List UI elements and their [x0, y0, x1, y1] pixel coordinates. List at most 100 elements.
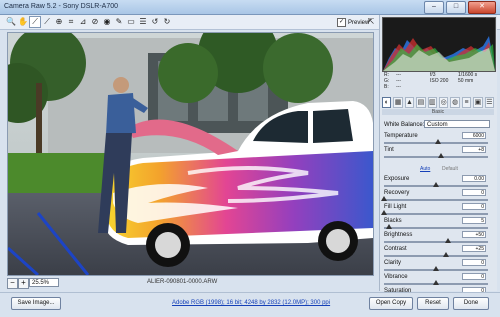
slider-thumb[interactable] [381, 210, 387, 215]
slider-label: Tint [384, 147, 394, 153]
graduated-filter-icon[interactable]: ▭ [126, 17, 136, 27]
slider-value[interactable]: 6000 [462, 132, 486, 139]
minimize-button[interactable]: – [424, 1, 444, 14]
sliders_bottom-slider-vibrance[interactable]: Vibrance 0 [384, 273, 494, 288]
sliders_bottom-slider-blacks[interactable]: Blacks 5 [384, 217, 494, 232]
targeted-adjustment-tool-icon[interactable]: ⊕ [54, 17, 64, 27]
hsl-tab-icon[interactable]: ▤ [416, 97, 426, 108]
white-balance-label: White Balance: [384, 122, 425, 128]
slider-track[interactable] [384, 156, 488, 158]
maximize-button[interactable]: □ [446, 1, 466, 14]
slider-label: Clarity [384, 260, 402, 266]
slider-thumb[interactable] [445, 238, 452, 243]
zoom-out-button[interactable]: − [7, 278, 18, 289]
slider-thumb[interactable] [433, 280, 439, 285]
crop-tool-icon[interactable]: ⌗ [66, 17, 76, 27]
red-eye-removal-tool-icon[interactable]: ◉ [102, 17, 112, 27]
photo-car [8, 33, 373, 275]
panel-tabs: ◐ ▦ ▲ ▤ ▥ ◎ ◍ ≡ ▣ ☰ [382, 97, 495, 108]
zoom-in-button[interactable]: + [18, 278, 29, 289]
panel-menu-icon[interactable]: ☰ [484, 97, 495, 108]
slider-label: Fill Light [384, 204, 407, 210]
presets-tab-icon[interactable]: ≡ [461, 97, 472, 108]
iso-value: ISO 200 [430, 78, 449, 84]
slider-thumb[interactable] [386, 224, 393, 229]
slider-value[interactable]: 5 [462, 217, 486, 224]
focal-length-value: 50 mm [458, 78, 474, 84]
spot-removal-tool-icon[interactable]: ⊘ [90, 17, 100, 27]
done-button[interactable]: Done [453, 297, 489, 310]
basic-tab-icon[interactable]: ◐ [382, 97, 392, 108]
sliders_bottom-slider-clarity[interactable]: Clarity 0 [384, 259, 494, 274]
histogram [382, 17, 496, 72]
sliders_top-slider-temperature[interactable]: Temperature 6000 [384, 132, 494, 147]
camera-calibration-tab-icon[interactable]: ◍ [450, 97, 460, 108]
slider-label: Brightness [384, 232, 413, 238]
split-toning-tab-icon[interactable]: ▥ [427, 97, 438, 108]
slider-track[interactable] [384, 227, 488, 229]
default-link[interactable]: Default [442, 166, 458, 172]
sliders_bottom-slider-fill-light[interactable]: Fill Light 0 [381, 203, 494, 218]
slider-label: Temperature [384, 133, 418, 139]
straighten-tool-icon[interactable]: ⊿ [78, 17, 88, 27]
lens-corrections-tab-icon[interactable]: ◎ [439, 97, 449, 108]
white-balance-select[interactable]: Custom [424, 120, 490, 128]
slider-value[interactable]: 0.00 [462, 175, 486, 182]
rotate-cw-icon[interactable]: ↻ [162, 17, 172, 27]
file-name: ALIER-090801-0000.ARW [147, 279, 218, 285]
tone-curve-tab-icon[interactable]: ▦ [393, 97, 403, 108]
zoom-level-select[interactable]: 25.5% [29, 278, 59, 287]
zoom-tool-icon[interactable]: 🔍 [6, 17, 16, 27]
b-label: B: [384, 84, 389, 90]
adjustment-brush-icon[interactable]: ✎ [114, 17, 124, 27]
slider-thumb[interactable] [435, 139, 442, 144]
slider-track[interactable] [384, 255, 488, 257]
section-title: Basic [382, 109, 494, 115]
slider-value[interactable]: 0 [462, 259, 486, 266]
open-copy-button[interactable]: Open Copy [369, 297, 413, 310]
sliders_top-slider-tint[interactable]: Tint +8 [384, 146, 494, 161]
snapshots-tab-icon[interactable]: ▣ [473, 97, 483, 108]
color-sampler-tool-icon[interactable]: ⟋ [42, 17, 52, 27]
sliders_bottom-slider-recovery[interactable]: Recovery 0 [381, 189, 494, 204]
slider-track[interactable] [384, 199, 488, 201]
title-bar: Camera Raw 5.2 - Sony DSLR-A700 – □ ✕ [0, 0, 500, 15]
preferences-icon[interactable]: ☰ [138, 17, 148, 27]
slider-thumb[interactable] [381, 196, 387, 201]
slider-label: Exposure [384, 176, 410, 182]
auto-default-row: Auto Default [384, 166, 494, 173]
sliders_bottom-slider-exposure[interactable]: Exposure 0.00 [384, 175, 494, 190]
slider-thumb[interactable] [433, 182, 439, 187]
camera-readout: R: G: B: --- --- --- f/3 ISO 200 1/1600 … [382, 72, 494, 94]
slider-value[interactable]: +8 [462, 146, 486, 153]
preview-checkbox[interactable]: ✓ [337, 18, 346, 27]
close-button[interactable]: ✕ [468, 1, 496, 14]
image-preview[interactable] [7, 32, 374, 276]
slider-thumb[interactable] [433, 266, 439, 271]
sliders_bottom-slider-contrast[interactable]: Contrast +25 [384, 245, 494, 260]
hand-tool-icon[interactable]: ✋ [18, 17, 28, 27]
bottom-bar: Save Image... Adobe RGB (1998); 16 bit; … [0, 292, 500, 317]
detail-tab-icon[interactable]: ▲ [404, 97, 415, 108]
auto-link[interactable]: Auto [420, 166, 430, 172]
reset-button[interactable]: Reset [417, 297, 449, 310]
slider-value[interactable]: 0 [462, 273, 486, 280]
slider-track[interactable] [384, 213, 488, 215]
slider-track[interactable] [384, 241, 488, 243]
slider-value[interactable]: 0 [462, 189, 486, 196]
white-balance-row: White Balance: Custom [384, 120, 494, 130]
sliders_bottom-slider-brightness[interactable]: Brightness +50 [384, 231, 494, 246]
slider-thumb[interactable] [438, 153, 445, 158]
save-image-button[interactable]: Save Image... [11, 297, 61, 310]
preview-toggle[interactable]: ✓ Preview [337, 18, 369, 27]
workflow-options-link[interactable]: Adobe RGB (1998); 16 bit; 4248 by 2832 (… [172, 300, 330, 306]
white-balance-tool-icon[interactable]: ⟋ [29, 16, 41, 28]
window-title: Camera Raw 5.2 - Sony DSLR-A700 [4, 3, 118, 10]
slider-value[interactable]: +50 [462, 231, 486, 238]
slider-value[interactable]: 0 [462, 203, 486, 210]
slider-value[interactable]: +25 [462, 245, 486, 252]
slider-label: Recovery [384, 190, 410, 196]
slider-label: Vibrance [384, 274, 408, 280]
rotate-ccw-icon[interactable]: ↺ [150, 17, 160, 27]
slider-thumb[interactable] [443, 252, 450, 257]
